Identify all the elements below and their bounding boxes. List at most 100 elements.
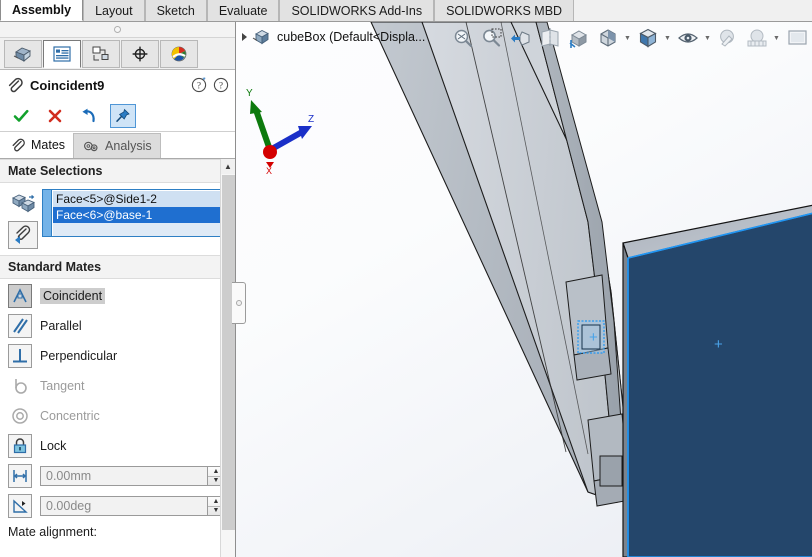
scrollbar-thumb[interactable] — [222, 175, 235, 530]
tab-solidworks-mbd[interactable]: SOLIDWORKS MBD — [434, 0, 575, 21]
panel-drag-handle[interactable] — [0, 22, 235, 38]
standard-mates-header[interactable]: Standard Mates ^ — [0, 255, 235, 279]
edit-appearance-icon — [719, 29, 734, 47]
zoom-to-fit-button[interactable] — [449, 24, 476, 52]
previous-view-button[interactable] — [507, 24, 534, 52]
feature-tree-tab[interactable] — [4, 39, 42, 68]
property-manager-icon — [53, 45, 71, 62]
edit-appearance-button[interactable] — [714, 24, 741, 52]
boss-lower — [599, 455, 623, 487]
cancel-button[interactable] — [42, 104, 68, 128]
undo-arrow-icon — [82, 108, 95, 122]
mate-option-coincident[interactable]: Coincident — [0, 281, 235, 311]
selection-crosshair-icon: + — [589, 329, 598, 346]
distance-icon-box[interactable] — [8, 464, 32, 488]
hide-show-items-button[interactable] — [674, 24, 701, 52]
mate-option-label: Lock — [40, 439, 67, 453]
display-style-icon — [599, 29, 616, 47]
display-style-button[interactable] — [594, 24, 621, 52]
angle-mate-row: 0.00deg ▲ ▼ — [0, 491, 235, 521]
selection-list-color-strip — [42, 189, 51, 237]
svg-text:?: ? — [219, 80, 223, 90]
mate-option-label: Coincident — [40, 288, 106, 304]
triad-x-label: X — [266, 166, 272, 176]
zoom-to-area-button[interactable] — [478, 24, 505, 52]
help-icon[interactable]: ? — [213, 77, 229, 93]
configuration-manager-tab[interactable] — [82, 39, 120, 68]
whats-wrong-icon[interactable]: ? * — [191, 77, 207, 93]
feature-tree-root[interactable]: cubeBox (Default<Displa... — [242, 28, 425, 46]
view-orientation-cube-button[interactable] — [634, 24, 661, 52]
tab-analysis-label: Analysis — [105, 139, 152, 153]
distance-icon — [13, 470, 27, 482]
tab-layout[interactable]: Layout — [83, 0, 145, 21]
entities-to-mate-button[interactable] — [8, 189, 38, 217]
panel-splitter-handle[interactable] — [232, 282, 246, 324]
tangent-icon — [15, 379, 27, 394]
property-manager-tab[interactable] — [43, 39, 81, 68]
mate-option-concentric: Concentric — [0, 401, 235, 431]
tab-analysis[interactable]: Analysis — [73, 133, 161, 158]
angle-icon-box[interactable] — [8, 494, 32, 518]
angle-value: 0.00deg — [46, 499, 92, 513]
triad-y-label: Y — [246, 88, 253, 99]
dimxpert-manager-tab[interactable] — [121, 39, 159, 68]
mate-option-parallel[interactable]: Parallel — [0, 311, 235, 341]
feature-tree-icon — [13, 46, 31, 62]
mate-option-perpendicular[interactable]: Perpendicular — [0, 341, 235, 371]
angle-input[interactable]: 0.00deg ▲ ▼ — [40, 496, 225, 516]
mate-selections-title: Mate Selections — [8, 164, 103, 178]
mate-selections-list[interactable]: Face<5>@Side1-2 Face<6>@base-1 — [51, 189, 229, 237]
mate-selections-header[interactable]: Mate Selections ^ — [0, 159, 235, 183]
apply-scene-caret-icon[interactable]: ▼ — [772, 24, 781, 52]
list-item[interactable]: Face<6>@base-1 — [53, 207, 227, 223]
previous-view-icon — [510, 31, 529, 46]
3d-model-scene: Y Z X — [246, 22, 812, 557]
multiple-mate-mode-button[interactable] — [8, 221, 38, 249]
property-manager-scrollbar[interactable]: ▲ — [220, 159, 235, 557]
tangent-icon-box — [8, 374, 32, 398]
coincident-icon-box — [8, 284, 32, 308]
concentric-icon — [12, 408, 28, 424]
distance-input[interactable]: 0.00mm ▲ ▼ — [40, 466, 225, 486]
graphics-viewport[interactable]: Y Z X + + cubeBox (Default<Displa... ▼ ▼… — [236, 22, 812, 557]
list-item-empty[interactable] — [53, 223, 227, 236]
triad-z-label: Z — [308, 114, 314, 125]
undo-button[interactable] — [76, 104, 102, 128]
section-view-button[interactable] — [536, 24, 563, 52]
expand-triangle-icon[interactable] — [242, 33, 247, 41]
splitter-dot-icon — [235, 300, 242, 306]
paperclip-icon — [8, 77, 23, 93]
tab-evaluate[interactable]: Evaluate — [206, 0, 280, 21]
tab-mates-label: Mates — [31, 137, 66, 152]
display-manager-tab[interactable] — [160, 39, 198, 68]
tab-mates[interactable]: Mates — [2, 133, 74, 158]
tab-assembly[interactable]: Assembly — [0, 0, 84, 21]
hide-show-caret-icon[interactable]: ▼ — [703, 24, 712, 52]
mate-alignment-label: Mate alignment: — [8, 525, 97, 539]
view-orientation-cube-icon — [638, 28, 657, 48]
view-cube-caret-icon[interactable]: ▼ — [663, 24, 672, 52]
standard-mates-title: Standard Mates — [8, 260, 102, 274]
mate-analysis-tab-strip: Mates Analysis — [0, 132, 235, 159]
multiple-mate-mode-icon — [15, 225, 31, 244]
tab-solidworks-add-ins[interactable]: SOLIDWORKS Add-Ins — [279, 0, 435, 21]
coincident-icon — [13, 288, 27, 303]
tab-sketch[interactable]: Sketch — [144, 0, 207, 21]
apply-scene-button[interactable] — [743, 24, 770, 52]
mate-option-label: Tangent — [40, 379, 85, 393]
view-orientation-button[interactable] — [565, 24, 592, 52]
panel-handle-dot-icon — [114, 26, 121, 33]
mate-option-label: Concentric — [40, 409, 100, 423]
scroll-up-icon[interactable]: ▲ — [221, 159, 235, 174]
keep-visible-button[interactable] — [110, 103, 136, 128]
list-item[interactable]: Face<5>@Side1-2 — [53, 191, 227, 207]
ok-button[interactable] — [8, 104, 34, 128]
display-style-caret-icon[interactable]: ▼ — [623, 24, 632, 52]
perpendicular-icon-box — [8, 344, 32, 368]
view-settings-button[interactable] — [783, 24, 810, 52]
property-manager-title-bar: Coincident9 ? * ? — [0, 70, 235, 100]
page-title: Coincident9 — [30, 77, 105, 93]
view-orientation-icon — [569, 30, 587, 48]
mate-option-lock[interactable]: Lock — [0, 431, 235, 461]
